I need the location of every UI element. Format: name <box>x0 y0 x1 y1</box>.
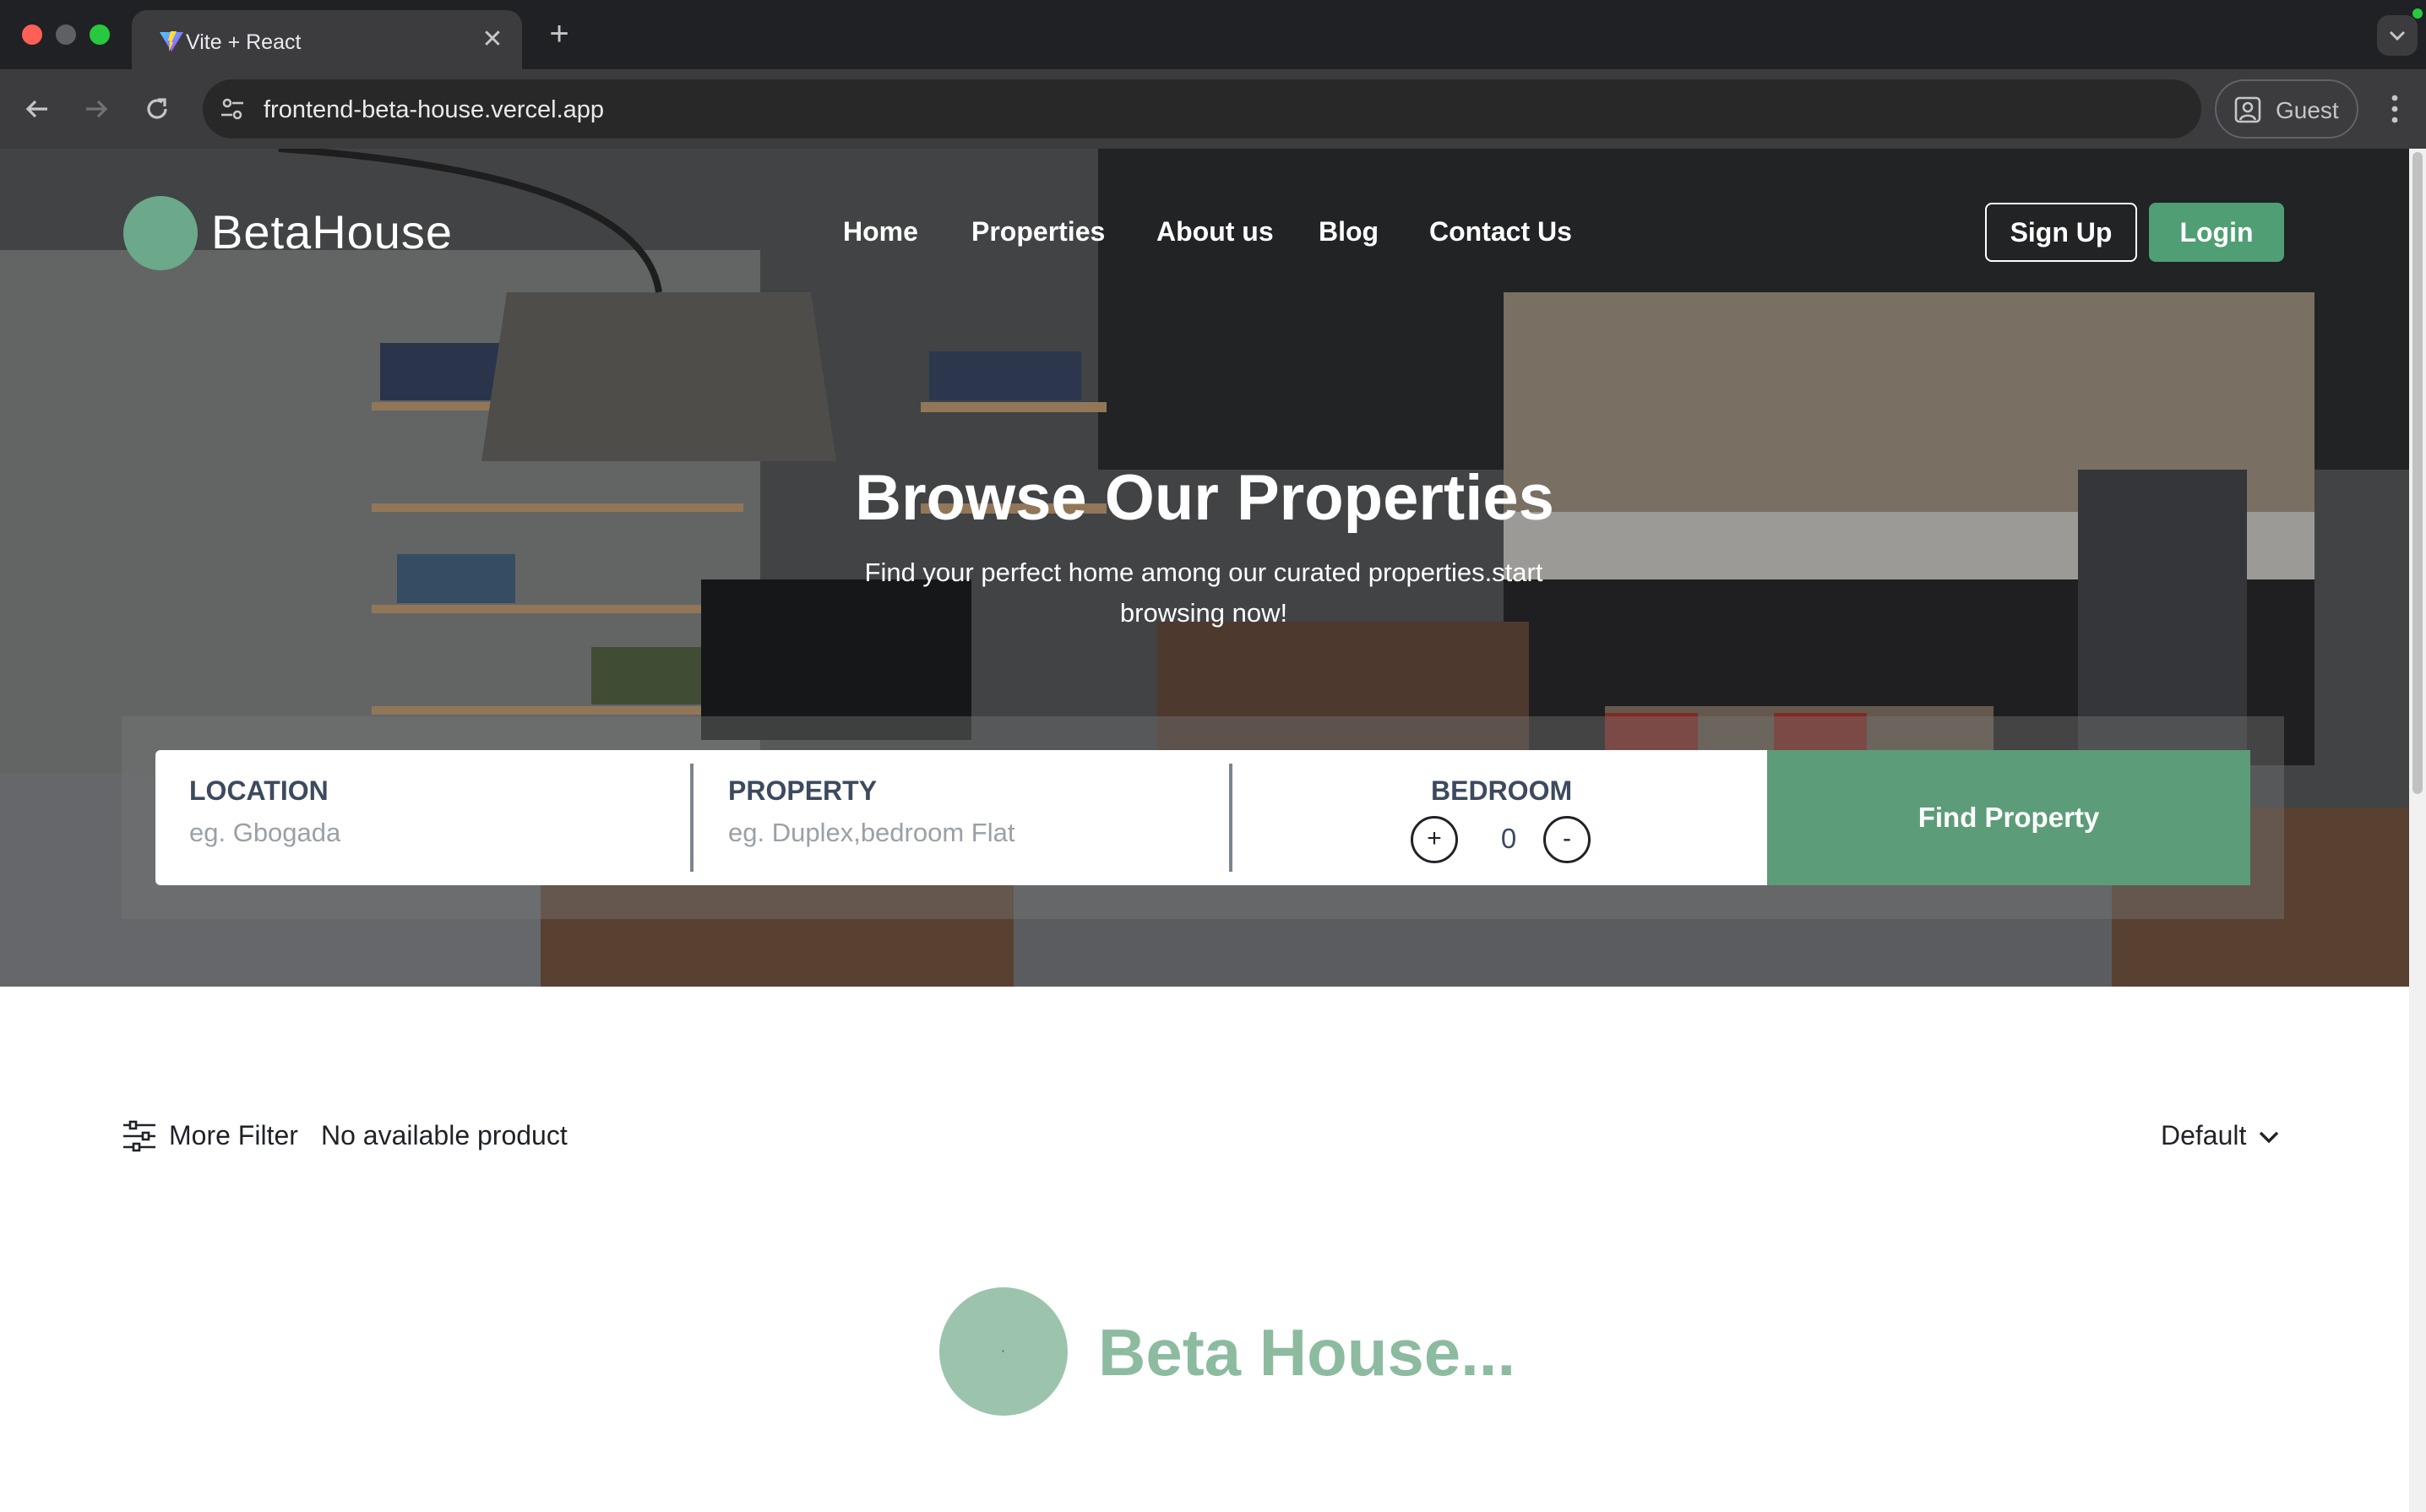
property-label: PROPERTY <box>728 775 878 806</box>
hero-subtitle: Find your perfect home among our curated… <box>864 557 1543 628</box>
loader-spinner <box>939 1287 1068 1416</box>
tab-close-icon[interactable]: ✕ <box>478 25 507 54</box>
address-bar[interactable]: frontend-beta-house.vercel.app <box>203 79 2201 139</box>
login-button[interactable]: Login <box>2149 203 2284 262</box>
location-label: LOCATION <box>189 775 329 806</box>
bedroom-increment-button[interactable]: + <box>1411 816 1458 863</box>
tab-search-button[interactable] <box>2377 15 2418 56</box>
search-form: LOCATION PROPERTY BEDROOM + 0 - <box>155 750 1767 885</box>
page-scrollbar[interactable] <box>2409 149 2426 1512</box>
site-settings-icon[interactable] <box>218 95 247 123</box>
nav-home[interactable]: Home <box>843 216 918 247</box>
nav-properties[interactable]: Properties <box>971 216 1105 247</box>
back-arrow-icon[interactable] <box>20 92 54 126</box>
find-property-button[interactable]: Find Property <box>1767 750 2250 885</box>
chevron-down-icon[interactable] <box>2257 1125 2281 1149</box>
more-filter-button[interactable]: More Filter <box>169 1120 298 1151</box>
tab-title: Vite + React <box>186 30 302 54</box>
location-input[interactable] <box>189 814 662 851</box>
profile-icon <box>2234 96 2261 123</box>
browser-tab[interactable]: Vite + React ✕ <box>132 10 522 69</box>
vite-logo-icon <box>160 31 183 52</box>
sign-up-button[interactable]: Sign Up <box>1985 203 2137 262</box>
property-input[interactable] <box>728 814 1201 851</box>
new-tab-button[interactable]: + <box>541 17 578 54</box>
more-vertical-icon[interactable] <box>2382 91 2407 127</box>
result-count-text: No available product <box>321 1120 568 1150</box>
close-window-button[interactable] <box>22 24 42 45</box>
profile-button[interactable]: Guest <box>2215 79 2358 139</box>
filter-sliders-icon[interactable] <box>122 1120 157 1152</box>
bedroom-label: BEDROOM <box>1431 775 1573 806</box>
bedroom-decrement-button[interactable]: - <box>1543 816 1591 863</box>
minimize-window-button[interactable] <box>56 24 76 45</box>
profile-label: Guest <box>2276 97 2339 123</box>
loader-text: Beta House... <box>1098 1315 1516 1390</box>
url-text: frontend-beta-house.vercel.app <box>264 96 605 123</box>
browser-tab-strip: Vite + React ✕ + <box>0 0 2426 69</box>
logo-mark[interactable] <box>123 196 198 270</box>
scrollbar-thumb[interactable] <box>2412 152 2423 794</box>
field-divider <box>690 764 694 872</box>
hero-title: Browse Our Properties <box>855 462 1554 534</box>
nav-contact-us[interactable]: Contact Us <box>1429 216 1572 247</box>
nav-blog[interactable]: Blog <box>1319 216 1379 247</box>
field-divider <box>1229 764 1232 872</box>
update-indicator <box>2412 8 2423 19</box>
forward-arrow-icon[interactable] <box>79 92 113 126</box>
browser-toolbar: frontend-beta-house.vercel.app Guest <box>0 69 2426 149</box>
sort-select[interactable]: Default <box>2161 1120 2246 1151</box>
reload-icon[interactable] <box>140 92 174 126</box>
maximize-window-button[interactable] <box>90 24 110 45</box>
bedroom-count: 0 <box>1500 823 1517 854</box>
nav-about-us[interactable]: About us <box>1156 216 1274 247</box>
chevron-down-icon <box>2389 30 2406 41</box>
loader-dot <box>1002 1350 1004 1352</box>
logo-text[interactable]: BetaHouse <box>211 204 453 259</box>
